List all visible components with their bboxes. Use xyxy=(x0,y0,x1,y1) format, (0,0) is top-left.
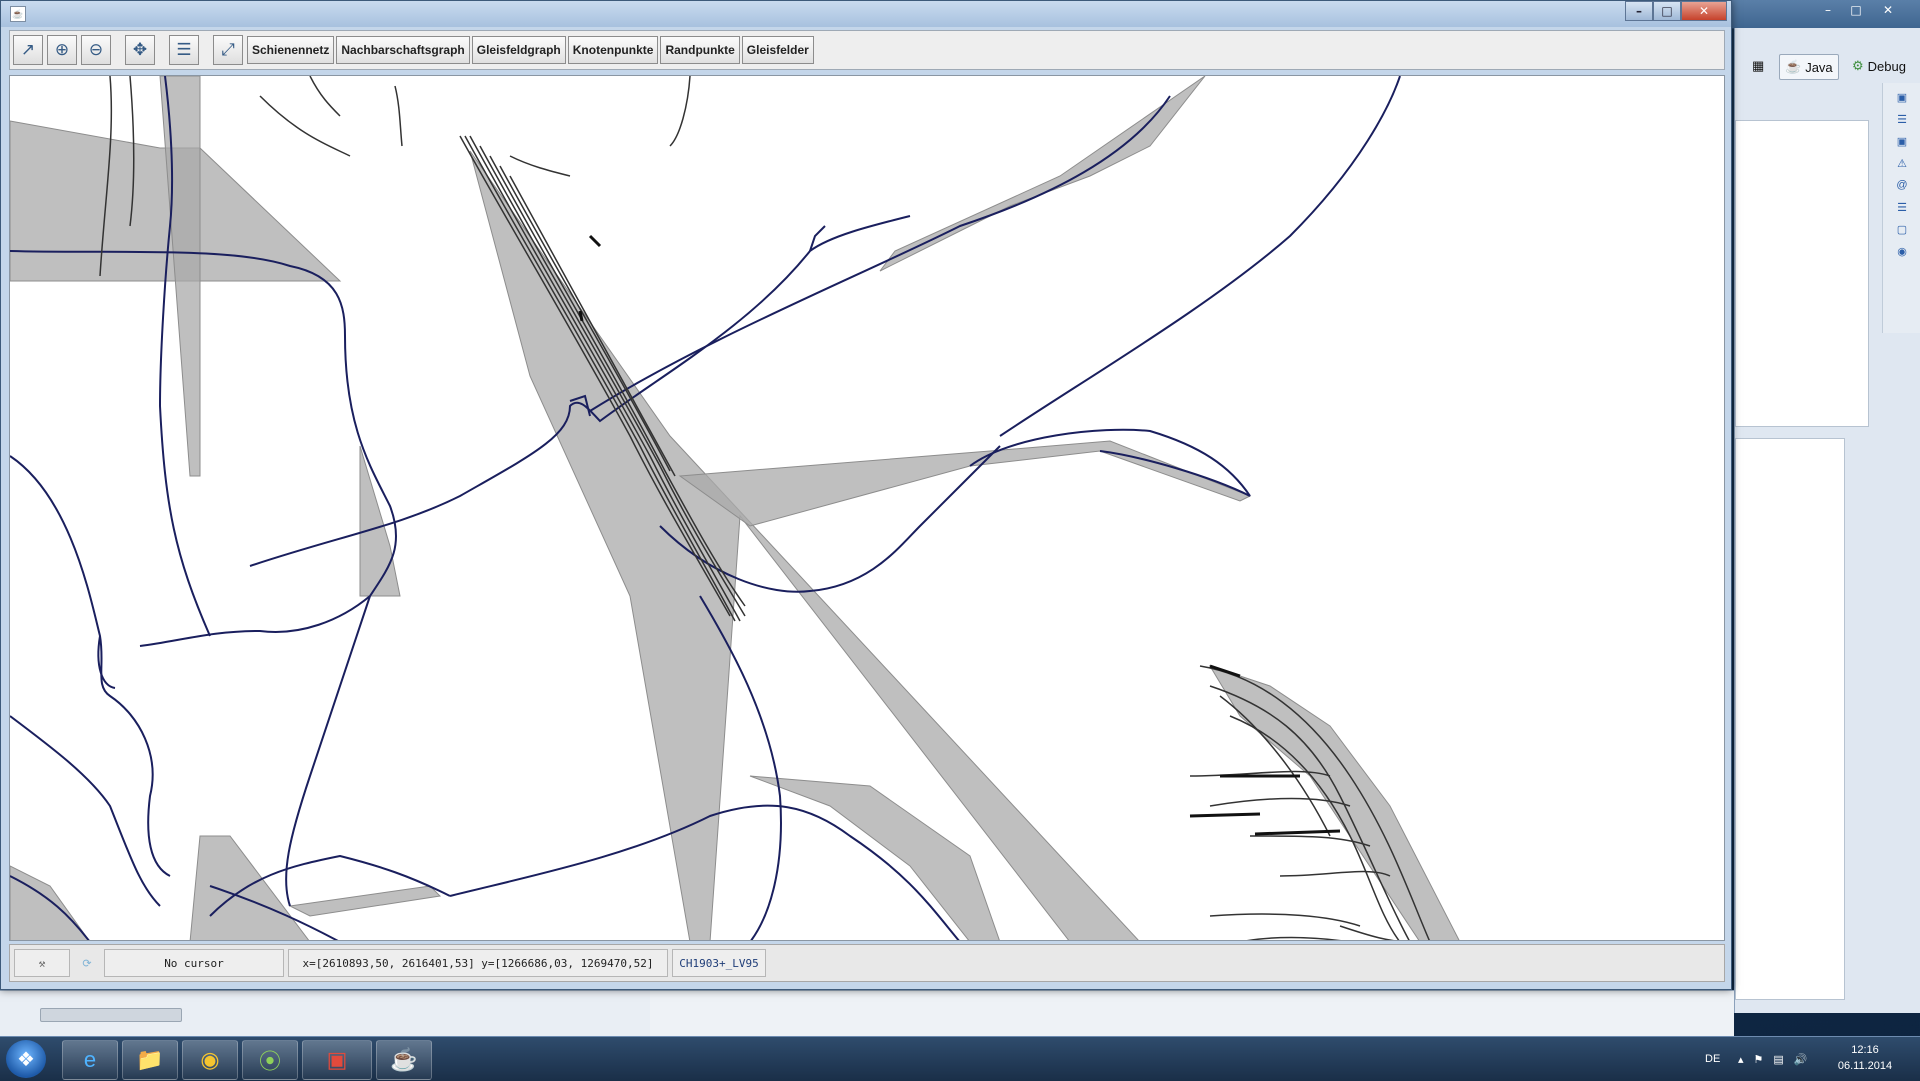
start-button[interactable]: ❖ xyxy=(6,1040,46,1078)
toolbox-icon: ▣ xyxy=(326,1047,348,1072)
taskbar-app[interactable]: ⦿ xyxy=(242,1040,298,1080)
system-tray: ▴ ⚑ ▤ 🔊 xyxy=(1738,1037,1808,1081)
taskbar-java[interactable]: ☕ xyxy=(376,1040,432,1080)
flag-icon[interactable]: ⚑ xyxy=(1754,1053,1764,1066)
map-toolbar: ↗ ⊕ ⊖ ✥ ☰ ⤢ Schienennetz Nachbarschaftsg… xyxy=(9,30,1725,70)
eclipse-outline-panel xyxy=(1735,120,1869,427)
bg-maximize-icon[interactable]: □ xyxy=(1843,2,1869,19)
bg-close-icon[interactable]: ✕ xyxy=(1875,2,1901,19)
tool-indicator[interactable]: ⚒ xyxy=(14,949,70,977)
zoom-out-button[interactable]: ⊖ xyxy=(81,35,111,65)
clock-time: 12:16 xyxy=(1851,1044,1879,1056)
zoom-extent-icon: ⤢ xyxy=(221,40,235,59)
chrome-icon: ◉ xyxy=(200,1047,220,1072)
debug-perspective-icon: ⚙ xyxy=(1852,58,1864,73)
taskbar-explorer[interactable]: 📁 xyxy=(122,1040,178,1080)
render-status: ⟳ xyxy=(74,949,100,977)
language-indicator[interactable]: DE xyxy=(1705,1037,1720,1081)
eclipse-side-toolbar: ▣ ☰ ▣ ⚠ @ ☰ ▢ ◉ xyxy=(1882,83,1920,333)
map-viewer-window: ☕ – □ ✕ ↗ ⊕ ⊖ ✥ ☰ ⤢ Schienennetz Nachbar… xyxy=(0,0,1732,990)
console-icon[interactable]: ▢ xyxy=(1894,223,1910,237)
java-perspective-icon: ☕ xyxy=(1785,59,1802,74)
layer-schienennetz-button[interactable]: Schienennetz xyxy=(247,36,335,64)
clock-date: 06.11.2014 xyxy=(1837,1060,1893,1072)
hierarchy-icon[interactable]: ☰ xyxy=(1894,113,1910,127)
javadoc-icon[interactable]: @ xyxy=(1894,179,1910,193)
background-window-bottom-2 xyxy=(650,990,1734,1036)
java-perspective-label: Java xyxy=(1805,59,1833,75)
declaration-icon[interactable]: ☰ xyxy=(1894,201,1910,215)
windows-taskbar: ❖ e 📁 ◉ ⦿ ▣ ☕ DE ▴ ⚑ ▤ 🔊 12:16 06.11.201… xyxy=(0,1036,1920,1081)
taskbar-toolbox[interactable]: ▣ xyxy=(302,1040,372,1080)
restore-icon-2[interactable]: ▣ xyxy=(1894,135,1910,149)
java-perspective-button[interactable]: ☕ Java xyxy=(1779,54,1839,80)
folder-icon: 📁 xyxy=(136,1047,164,1072)
eclipse-lower-panel xyxy=(1735,438,1845,1000)
eclipse-ide-window: ▦ ☕ Java ⚙ Debug ▣ ☰ ▣ ⚠ @ ☰ ▢ ◉ xyxy=(1734,28,1920,1013)
clock[interactable]: 12:16 06.11.2014 xyxy=(1830,1042,1900,1074)
pointer-icon: ↗ xyxy=(20,40,36,59)
horizontal-scrollbar[interactable] xyxy=(40,1008,182,1022)
polygon-central-wedge xyxy=(469,150,1139,940)
layer-knotenpunkte-button[interactable]: Knotenpunkte xyxy=(567,36,659,64)
taskbar-ie[interactable]: e xyxy=(62,1040,118,1080)
status-bar: ⚒ ⟳ No cursor x=[2610893,50, 2616401,53]… xyxy=(9,944,1725,982)
cursor-readout: No cursor xyxy=(104,949,284,977)
taskbar-chrome[interactable]: ◉ xyxy=(182,1040,238,1080)
zoom-extent-button[interactable]: ⤢ xyxy=(213,35,243,65)
bg-minimize-icon[interactable]: – xyxy=(1815,2,1841,19)
refresh-icon: ⟳ xyxy=(82,956,92,970)
wrench-icon: ⚒ xyxy=(38,956,46,970)
zoom-in-icon: ⊕ xyxy=(54,40,70,59)
tray-up-icon[interactable]: ▴ xyxy=(1738,1053,1744,1066)
windows-logo-icon: ❖ xyxy=(17,1048,35,1071)
problems-icon[interactable]: ⚠ xyxy=(1894,157,1910,171)
pan-icon: ✥ xyxy=(132,40,148,59)
info-button[interactable]: ☰ xyxy=(169,35,199,65)
green-app-icon: ⦿ xyxy=(258,1049,281,1074)
track-field-polygons xyxy=(10,76,1460,940)
debug-perspective-label: Debug xyxy=(1867,58,1906,74)
java-app-icon: ☕ xyxy=(10,6,26,22)
layer-nachbarschaftsgraph-button[interactable]: Nachbarschaftsgraph xyxy=(336,36,470,64)
layer-randpunkte-button[interactable]: Randpunkte xyxy=(660,36,740,64)
volume-icon[interactable]: 🔊 xyxy=(1794,1053,1808,1066)
open-perspective-icon[interactable]: ▦ xyxy=(1747,54,1769,78)
network-icon[interactable]: ▤ xyxy=(1773,1053,1783,1066)
zoom-in-button[interactable]: ⊕ xyxy=(47,35,77,65)
map-drawing xyxy=(10,76,1460,940)
debug-perspective-button[interactable]: ⚙ Debug xyxy=(1847,54,1911,78)
info-icon: ☰ xyxy=(176,40,192,59)
extent-readout: x=[2610893,50, 2616401,53] y=[1266686,03… xyxy=(288,949,668,977)
window-titlebar: ☕ – □ ✕ xyxy=(1,1,1731,27)
maximize-button[interactable]: □ xyxy=(1653,1,1681,21)
pan-button[interactable]: ✥ xyxy=(125,35,155,65)
minimize-button[interactable]: – xyxy=(1625,1,1653,21)
select-tool-button[interactable]: ↗ xyxy=(13,35,43,65)
java-icon: ☕ xyxy=(390,1047,418,1072)
internet-explorer-icon: e xyxy=(83,1047,97,1072)
zoom-out-icon: ⊖ xyxy=(88,40,104,59)
close-button[interactable]: ✕ xyxy=(1681,1,1727,21)
layer-gleisfelder-button[interactable]: Gleisfelder xyxy=(741,36,814,64)
restore-icon[interactable]: ▣ xyxy=(1894,91,1910,105)
layer-gleisfeldgraph-button[interactable]: Gleisfeldgraph xyxy=(471,36,566,64)
map-canvas[interactable] xyxy=(9,75,1725,941)
progress-icon[interactable]: ◉ xyxy=(1894,245,1910,259)
crs-label[interactable]: CH1903+_LV95 xyxy=(672,949,766,977)
